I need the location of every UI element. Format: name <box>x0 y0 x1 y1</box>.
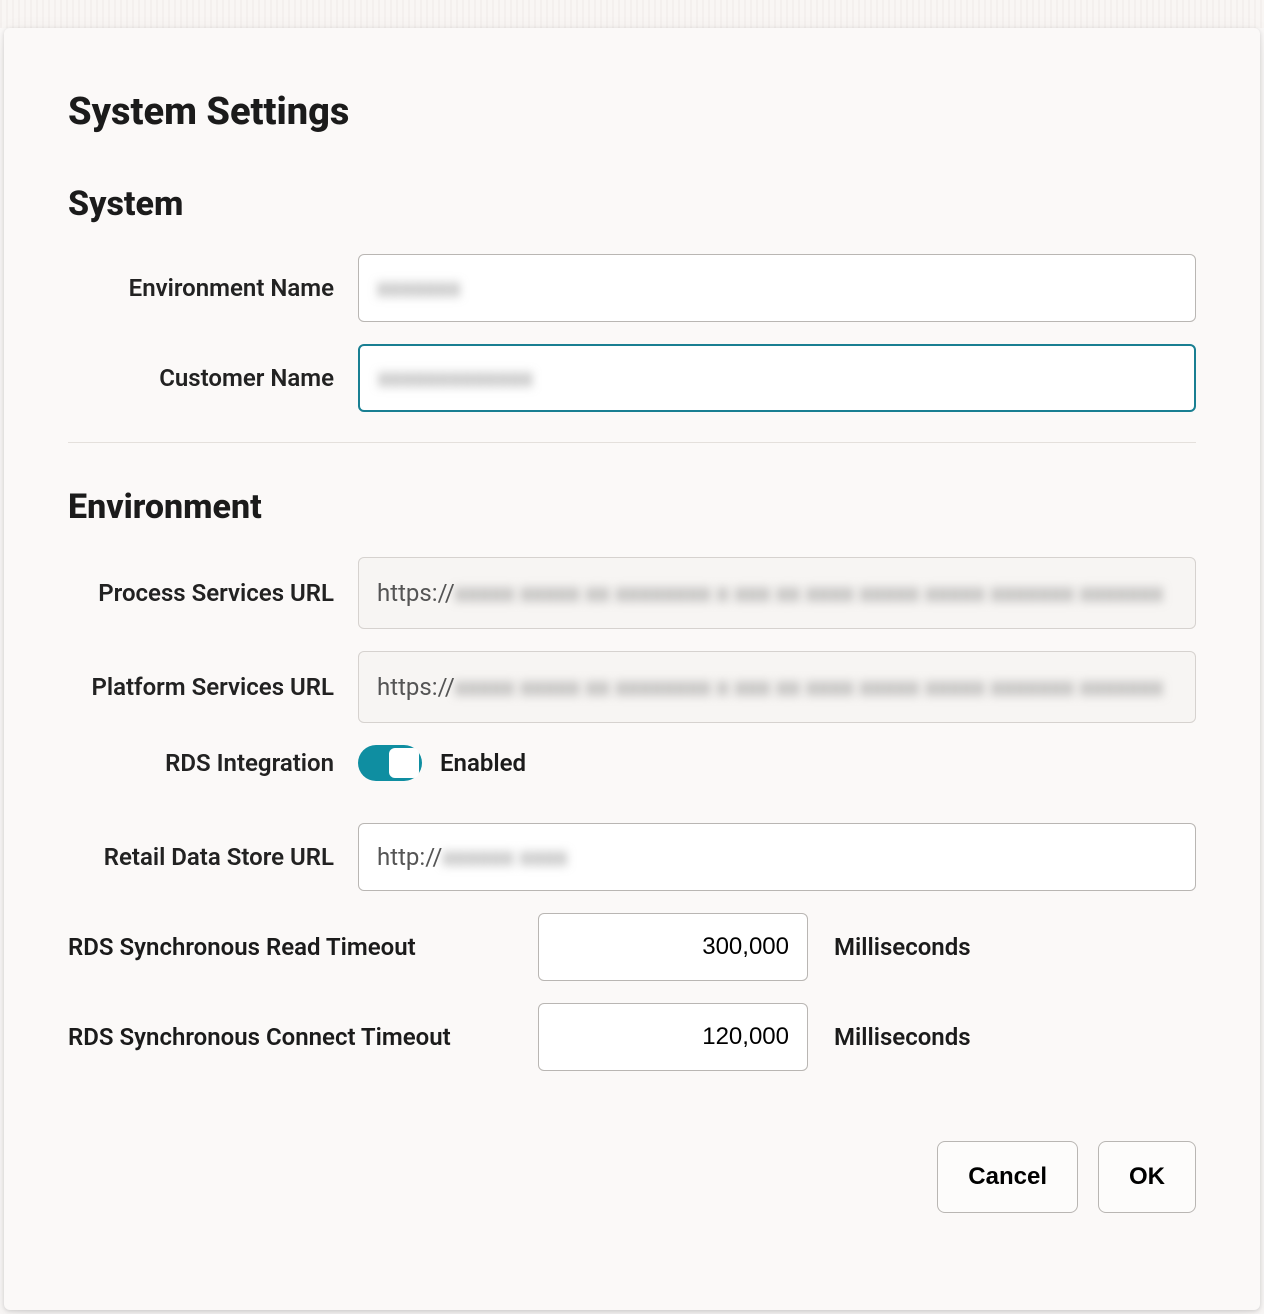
input-process-services-url: https:// xxxxx xxxxx xx xxxxxxxx x xxx x… <box>358 557 1196 629</box>
section-divider <box>68 442 1196 443</box>
input-rds-read-timeout[interactable] <box>538 913 808 981</box>
page-title: System Settings <box>68 90 1196 134</box>
row-process-services-url: Process Services URL https:// xxxxx xxxx… <box>68 557 1196 629</box>
dialog-button-bar: Cancel OK <box>68 1141 1196 1213</box>
unit-rds-connect-timeout: Milliseconds <box>834 1023 971 1051</box>
row-rds-connect-timeout: RDS Synchronous Connect Timeout Millisec… <box>68 1003 1196 1071</box>
cancel-button[interactable]: Cancel <box>937 1141 1078 1213</box>
input-platform-services-url: https:// xxxxx xxxxx xx xxxxxxxx x xxx x… <box>358 651 1196 723</box>
unit-rds-read-timeout: Milliseconds <box>834 933 971 961</box>
input-retail-data-store-url[interactable]: http:// xxxxxx xxxx <box>358 823 1196 891</box>
input-rds-connect-timeout[interactable] <box>538 1003 808 1071</box>
label-rds-connect-timeout: RDS Synchronous Connect Timeout <box>68 1023 538 1051</box>
label-customer-name: Customer Name <box>68 364 358 392</box>
input-environment-name[interactable]: xxxxxxx <box>358 254 1196 322</box>
toggle-rds-integration-state: Enabled <box>440 749 526 777</box>
label-rds-read-timeout: RDS Synchronous Read Timeout <box>68 933 538 961</box>
label-platform-services-url: Platform Services URL <box>68 673 358 701</box>
row-rds-read-timeout: RDS Synchronous Read Timeout Millisecond… <box>68 913 1196 981</box>
row-retail-data-store-url: Retail Data Store URL http:// xxxxxx xxx… <box>68 823 1196 891</box>
row-rds-integration: RDS Integration Enabled <box>68 745 1196 781</box>
ok-button[interactable]: OK <box>1098 1141 1196 1213</box>
label-retail-data-store-url: Retail Data Store URL <box>68 843 358 871</box>
label-rds-integration: RDS Integration <box>68 749 358 777</box>
window-texture <box>0 0 1264 28</box>
row-customer-name: Customer Name xxxxxxxxxxxxx <box>68 344 1196 412</box>
system-settings-dialog: System Settings System Environment Name … <box>4 28 1260 1310</box>
label-process-services-url: Process Services URL <box>68 579 358 607</box>
label-environment-name: Environment Name <box>68 274 358 302</box>
row-environment-name: Environment Name xxxxxxx <box>68 254 1196 322</box>
section-environment-title: Environment <box>68 487 1196 527</box>
section-system-title: System <box>68 184 1196 224</box>
input-customer-name[interactable]: xxxxxxxxxxxxx <box>358 344 1196 412</box>
toggle-rds-integration[interactable] <box>358 745 422 781</box>
row-platform-services-url: Platform Services URL https:// xxxxx xxx… <box>68 651 1196 723</box>
